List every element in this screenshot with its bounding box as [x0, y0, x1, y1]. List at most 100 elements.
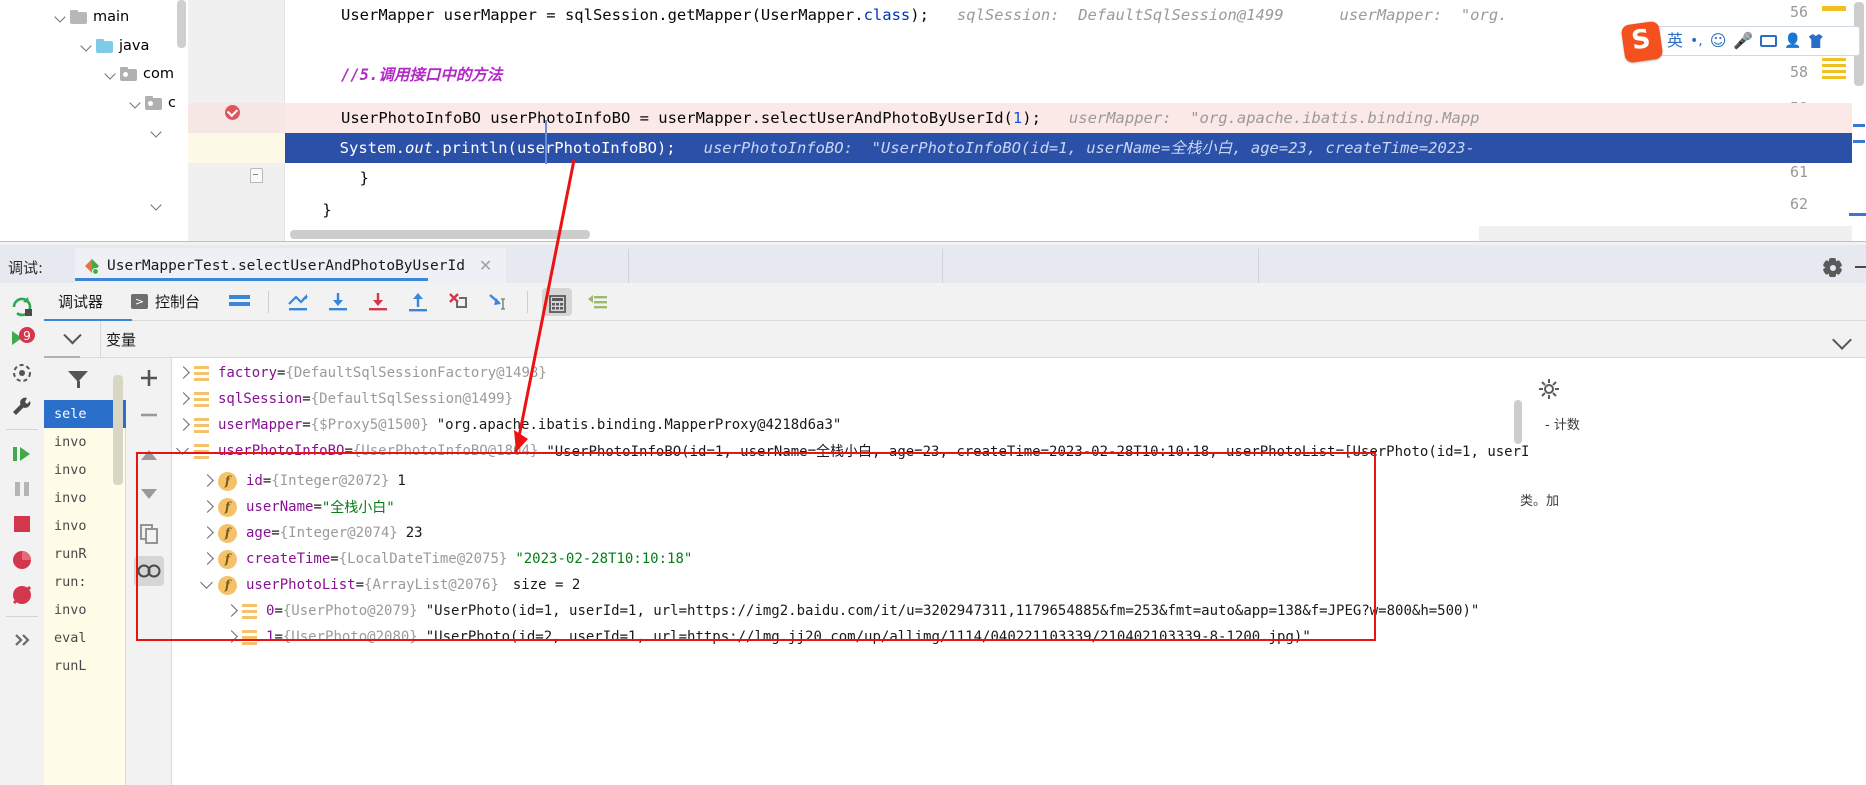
code-line-60[interactable]: System.out.println(userPhotoInfoBO); use…	[293, 133, 1866, 163]
tree-item-c[interactable]: c	[127, 88, 176, 118]
editor-horizontal-scrollbar[interactable]	[290, 230, 590, 239]
punctuation-icon[interactable]: •,	[1690, 34, 1703, 48]
project-tree-scrollbar[interactable]	[177, 0, 186, 48]
chevron-right-icon[interactable]	[172, 414, 194, 436]
mute-breakpoints-icon[interactable]	[8, 546, 36, 574]
tree-item-main[interactable]: main	[52, 2, 129, 32]
frame-item[interactable]: invo	[44, 512, 126, 540]
code-line-59[interactable]: UserPhotoInfoBO userPhotoInfoBO = userMa…	[285, 103, 1866, 133]
sogou-ime-toolbar[interactable]: 英 •, ☺ 🎤 👤	[1620, 20, 1860, 64]
user-icon[interactable]: 👤	[1784, 34, 1801, 48]
frames-scrollbar[interactable]	[113, 375, 123, 485]
rerun-icon[interactable]	[8, 293, 36, 321]
add-icon[interactable]	[134, 363, 164, 393]
chevron-right-icon[interactable]	[172, 388, 194, 410]
variable-row[interactable]: userPhotoInfoBO = {UserPhotoInfoBO@1804}…	[172, 438, 1667, 464]
frame-item[interactable]: invo	[44, 596, 126, 624]
up-icon[interactable]	[134, 441, 164, 471]
breakpoint-icon[interactable]	[225, 105, 240, 120]
expand-icon[interactable]	[8, 626, 36, 654]
tab-debugger[interactable]: 调试器	[44, 283, 117, 321]
frame-item[interactable]: eval	[44, 624, 126, 652]
chevron-right-icon[interactable]	[196, 496, 218, 518]
frame-item[interactable]: runL	[44, 652, 126, 680]
variables-scroll-rail[interactable]	[1508, 358, 1530, 785]
frame-item[interactable]: run:	[44, 568, 126, 596]
tree-item-com[interactable]: com	[102, 59, 174, 89]
copy-icon[interactable]	[134, 518, 164, 548]
variable-row[interactable]: f userPhotoList = {ArrayList@2076} size …	[172, 572, 580, 598]
chevron-down-icon[interactable]	[127, 94, 145, 112]
ime-menu-icon[interactable]	[1822, 58, 1846, 80]
tree-item-java[interactable]: java	[78, 31, 149, 61]
step-over-icon[interactable]	[323, 288, 353, 316]
chevron-right-icon[interactable]	[196, 470, 218, 492]
resume-program-icon[interactable]	[8, 440, 36, 468]
variable-row[interactable]: f userName = "全栈小白"	[172, 494, 395, 520]
pause-program-icon[interactable]	[8, 475, 36, 503]
settings-wrench-icon[interactable]	[8, 393, 36, 421]
variable-row[interactable]: sqlSession = {DefaultSqlSession@1499}	[172, 386, 513, 412]
step-into-icon[interactable]	[363, 288, 393, 316]
frame-item[interactable]: invo	[44, 484, 126, 512]
chevron-right-icon[interactable]	[220, 626, 242, 648]
layout-settings-icon[interactable]	[224, 288, 254, 316]
variable-row[interactable]: f id = {Integer@2072} 1	[172, 468, 406, 494]
chevron-right-icon[interactable]	[196, 548, 218, 570]
variable-row[interactable]: factory = {DefaultSqlSessionFactory@1498…	[172, 360, 547, 386]
chevron-down-icon[interactable]	[148, 123, 166, 141]
chevron-down-icon[interactable]	[102, 65, 120, 83]
filter-icon[interactable]	[68, 371, 88, 388]
restore-layout-icon[interactable]	[8, 359, 36, 387]
keyboard-icon[interactable]	[1760, 35, 1778, 47]
gear-icon[interactable]	[1822, 258, 1843, 277]
sogou-logo-icon[interactable]	[1620, 20, 1664, 64]
code-fold-marker-icon[interactable]	[250, 168, 263, 183]
debugger-toolbar[interactable]: 调试器 > 控制台	[44, 283, 1866, 321]
remove-icon[interactable]	[134, 400, 164, 430]
ime-mode-label[interactable]: 英	[1667, 33, 1683, 49]
down-icon[interactable]	[134, 478, 164, 508]
drop-frame-icon[interactable]	[443, 288, 473, 316]
chevron-down-icon[interactable]	[172, 440, 194, 462]
minimize-icon[interactable]	[1855, 266, 1866, 268]
code-line-58[interactable]: //5.调用接口中的方法	[285, 60, 1866, 90]
tab-console[interactable]: > 控制台	[117, 283, 214, 321]
tree-item-expand-6[interactable]	[148, 190, 166, 220]
skin-icon[interactable]	[1808, 34, 1823, 48]
chevron-down-icon[interactable]	[44, 333, 100, 346]
variable-row[interactable]: 0 = {UserPhoto@2079} "UserPhoto(id=1, us…	[172, 598, 1479, 624]
frame-item[interactable]: runR	[44, 540, 126, 568]
variable-row[interactable]: 1 = {UserPhoto@2080} "UserPhoto(id=2, us…	[172, 624, 1311, 650]
chevron-right-icon[interactable]	[196, 522, 218, 544]
chevron-down-icon[interactable]	[148, 196, 166, 214]
variables-scrollbar-thumb[interactable]	[1514, 400, 1522, 444]
code-line-62[interactable]: }	[285, 195, 1866, 225]
chevron-right-icon[interactable]	[220, 600, 242, 622]
variable-row[interactable]: userMapper = {$Proxy5@1500} "org.apache.…	[172, 412, 841, 438]
variable-row[interactable]: f age = {Integer@2074} 23	[172, 520, 423, 546]
microphone-icon[interactable]: 🎤	[1733, 33, 1753, 49]
debug-action-strip[interactable]: 9	[0, 283, 44, 785]
watches-icon[interactable]	[134, 556, 164, 586]
code-line-61[interactable]: }	[285, 163, 1866, 193]
stop-icon[interactable]	[8, 510, 36, 538]
evaluate-expression-icon[interactable]	[542, 287, 573, 316]
trace-icon[interactable]	[582, 288, 612, 316]
chevron-down-icon[interactable]	[52, 8, 70, 26]
chevron-down-icon[interactable]	[196, 574, 218, 596]
chevron-down-icon[interactable]	[78, 37, 96, 55]
watches-toolbar[interactable]	[126, 358, 172, 785]
rerun-failed-icon[interactable]: 9	[8, 325, 36, 353]
chevron-down-icon[interactable]	[1832, 329, 1852, 349]
run-to-cursor-icon[interactable]	[483, 288, 513, 316]
variable-row[interactable]: f createTime = {LocalDateTime@2075} "202…	[172, 546, 692, 572]
gear-icon[interactable]	[1538, 378, 1559, 399]
emoji-icon[interactable]: ☺	[1710, 33, 1727, 49]
view-breakpoints-icon[interactable]	[8, 581, 36, 609]
show-execution-point-icon[interactable]	[283, 288, 313, 316]
chevron-right-icon[interactable]	[172, 362, 194, 384]
tree-item-expand-5[interactable]	[148, 117, 166, 147]
close-icon[interactable]: ✕	[479, 256, 492, 275]
step-out-icon[interactable]	[403, 288, 433, 316]
